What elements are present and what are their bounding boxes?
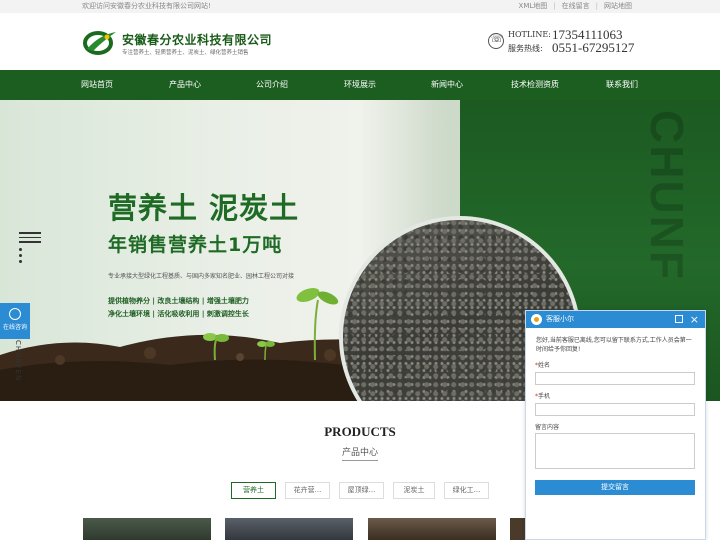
hotline-label: HOTLINE: (508, 30, 551, 39)
main-nav: 网站首页 产品中心 公司介绍 环境展示 新闻中心 技术检测资质 联系我们 (0, 70, 720, 100)
tab-nutrient-soil[interactable]: 营养土 (231, 482, 276, 499)
tab-peat-soil[interactable]: 泥炭土 (393, 482, 435, 499)
tab-greening[interactable]: 绿化工... (444, 482, 489, 499)
banner-features-2: 净化土壤环境 | 活化吸收利用 | 刺激调控生长 (108, 310, 249, 318)
service-label: 服务热线: (508, 44, 543, 53)
maximize-icon[interactable] (675, 315, 683, 323)
product-image[interactable] (510, 518, 526, 540)
xml-map-link[interactable]: XML地图 (519, 0, 548, 13)
top-links: XML地图 | 在线留言 | 网站地图 (519, 0, 632, 13)
welcome-text: 欢迎访问安徽春分农业科技有限公司网站! (82, 2, 211, 10)
service-number: 0551-67295127 (552, 40, 635, 55)
tab-flower[interactable]: 花卉营... (285, 482, 330, 499)
agent-avatar (531, 314, 542, 325)
phone-label: *手机 (535, 393, 551, 400)
sprout-image (203, 288, 339, 360)
nav-item-contact[interactable]: 联系我们 (592, 70, 652, 100)
chat-header: 客服小尔 × (526, 311, 705, 328)
name-label: *姓名 (535, 362, 551, 369)
header: 安徽春分农业科技有限公司 专注营养土、轻质营养土、泥炭土、绿化营养土销售 HOT… (0, 13, 720, 70)
banner-features-1: 提供植物养分 | 改良土壤结构 | 增强土壤肥力 (108, 297, 249, 305)
page: 欢迎访问安徽春分农业科技有限公司网站! XML地图 | 在线留言 | 网站地图 … (0, 0, 720, 540)
online-consult-label: 在线咨询 (2, 324, 27, 331)
side-vertical-text: CHUNFEN (14, 340, 22, 382)
top-bar: 欢迎访问安徽春分农业科技有限公司网站! XML地图 | 在线留言 | 网站地图 (0, 0, 720, 13)
menu-icon[interactable] (19, 232, 41, 246)
banner-description: 专业承接大型绿化工程基质、与国内多家知名肥业、园林工程公司对接 (108, 273, 295, 280)
nav-item-news[interactable]: 新闻中心 (417, 70, 477, 100)
message-label: 留言内容 (535, 424, 560, 431)
company-tagline: 专注营养土、轻质营养土、泥炭土、绿化营养土销售 (122, 50, 249, 56)
phone-field[interactable] (535, 403, 695, 416)
nav-item-products[interactable]: 产品中心 (155, 70, 215, 100)
chat-bubble-icon (9, 308, 21, 320)
company-name: 安徽春分农业科技有限公司 (122, 33, 273, 47)
message-field[interactable] (535, 433, 695, 469)
banner-headline: 营养土 泥炭土 (108, 191, 300, 225)
title-underline (342, 460, 378, 461)
chat-title: 客服小尔 (546, 315, 574, 323)
chat-offline-message: 您好,当前客服已离线,您可以留下联系方式,工作人员会第一时间给予你回复! (536, 337, 692, 353)
phone-icon (488, 32, 504, 49)
product-image[interactable] (368, 518, 496, 540)
more-dots-icon[interactable] (19, 248, 22, 266)
close-icon[interactable]: × (690, 311, 699, 328)
nav-item-about[interactable]: 公司介绍 (242, 70, 302, 100)
nav-item-home[interactable]: 网站首页 (67, 70, 127, 100)
online-consult-button[interactable]: 在线咨询 (0, 303, 30, 339)
nav-item-qualification[interactable]: 技术检测资质 (505, 70, 565, 100)
product-image[interactable] (225, 518, 353, 540)
submit-message-button[interactable]: 提交留言 (535, 480, 695, 495)
banner-subheadline: 年销售营养土1万吨 (108, 234, 283, 256)
company-logo[interactable] (83, 29, 117, 55)
site-map-link[interactable]: 网站地图 (604, 0, 632, 13)
name-field[interactable] (535, 372, 695, 385)
separator: | (595, 2, 598, 10)
product-image[interactable] (83, 518, 211, 540)
tab-roof-green[interactable]: 屋顶绿... (339, 482, 384, 499)
separator: | (553, 2, 556, 10)
banner-watermark: CHUNF (641, 110, 693, 281)
online-message-link[interactable]: 在线留言 (562, 0, 590, 13)
nav-item-environment[interactable]: 环境展示 (330, 70, 390, 100)
